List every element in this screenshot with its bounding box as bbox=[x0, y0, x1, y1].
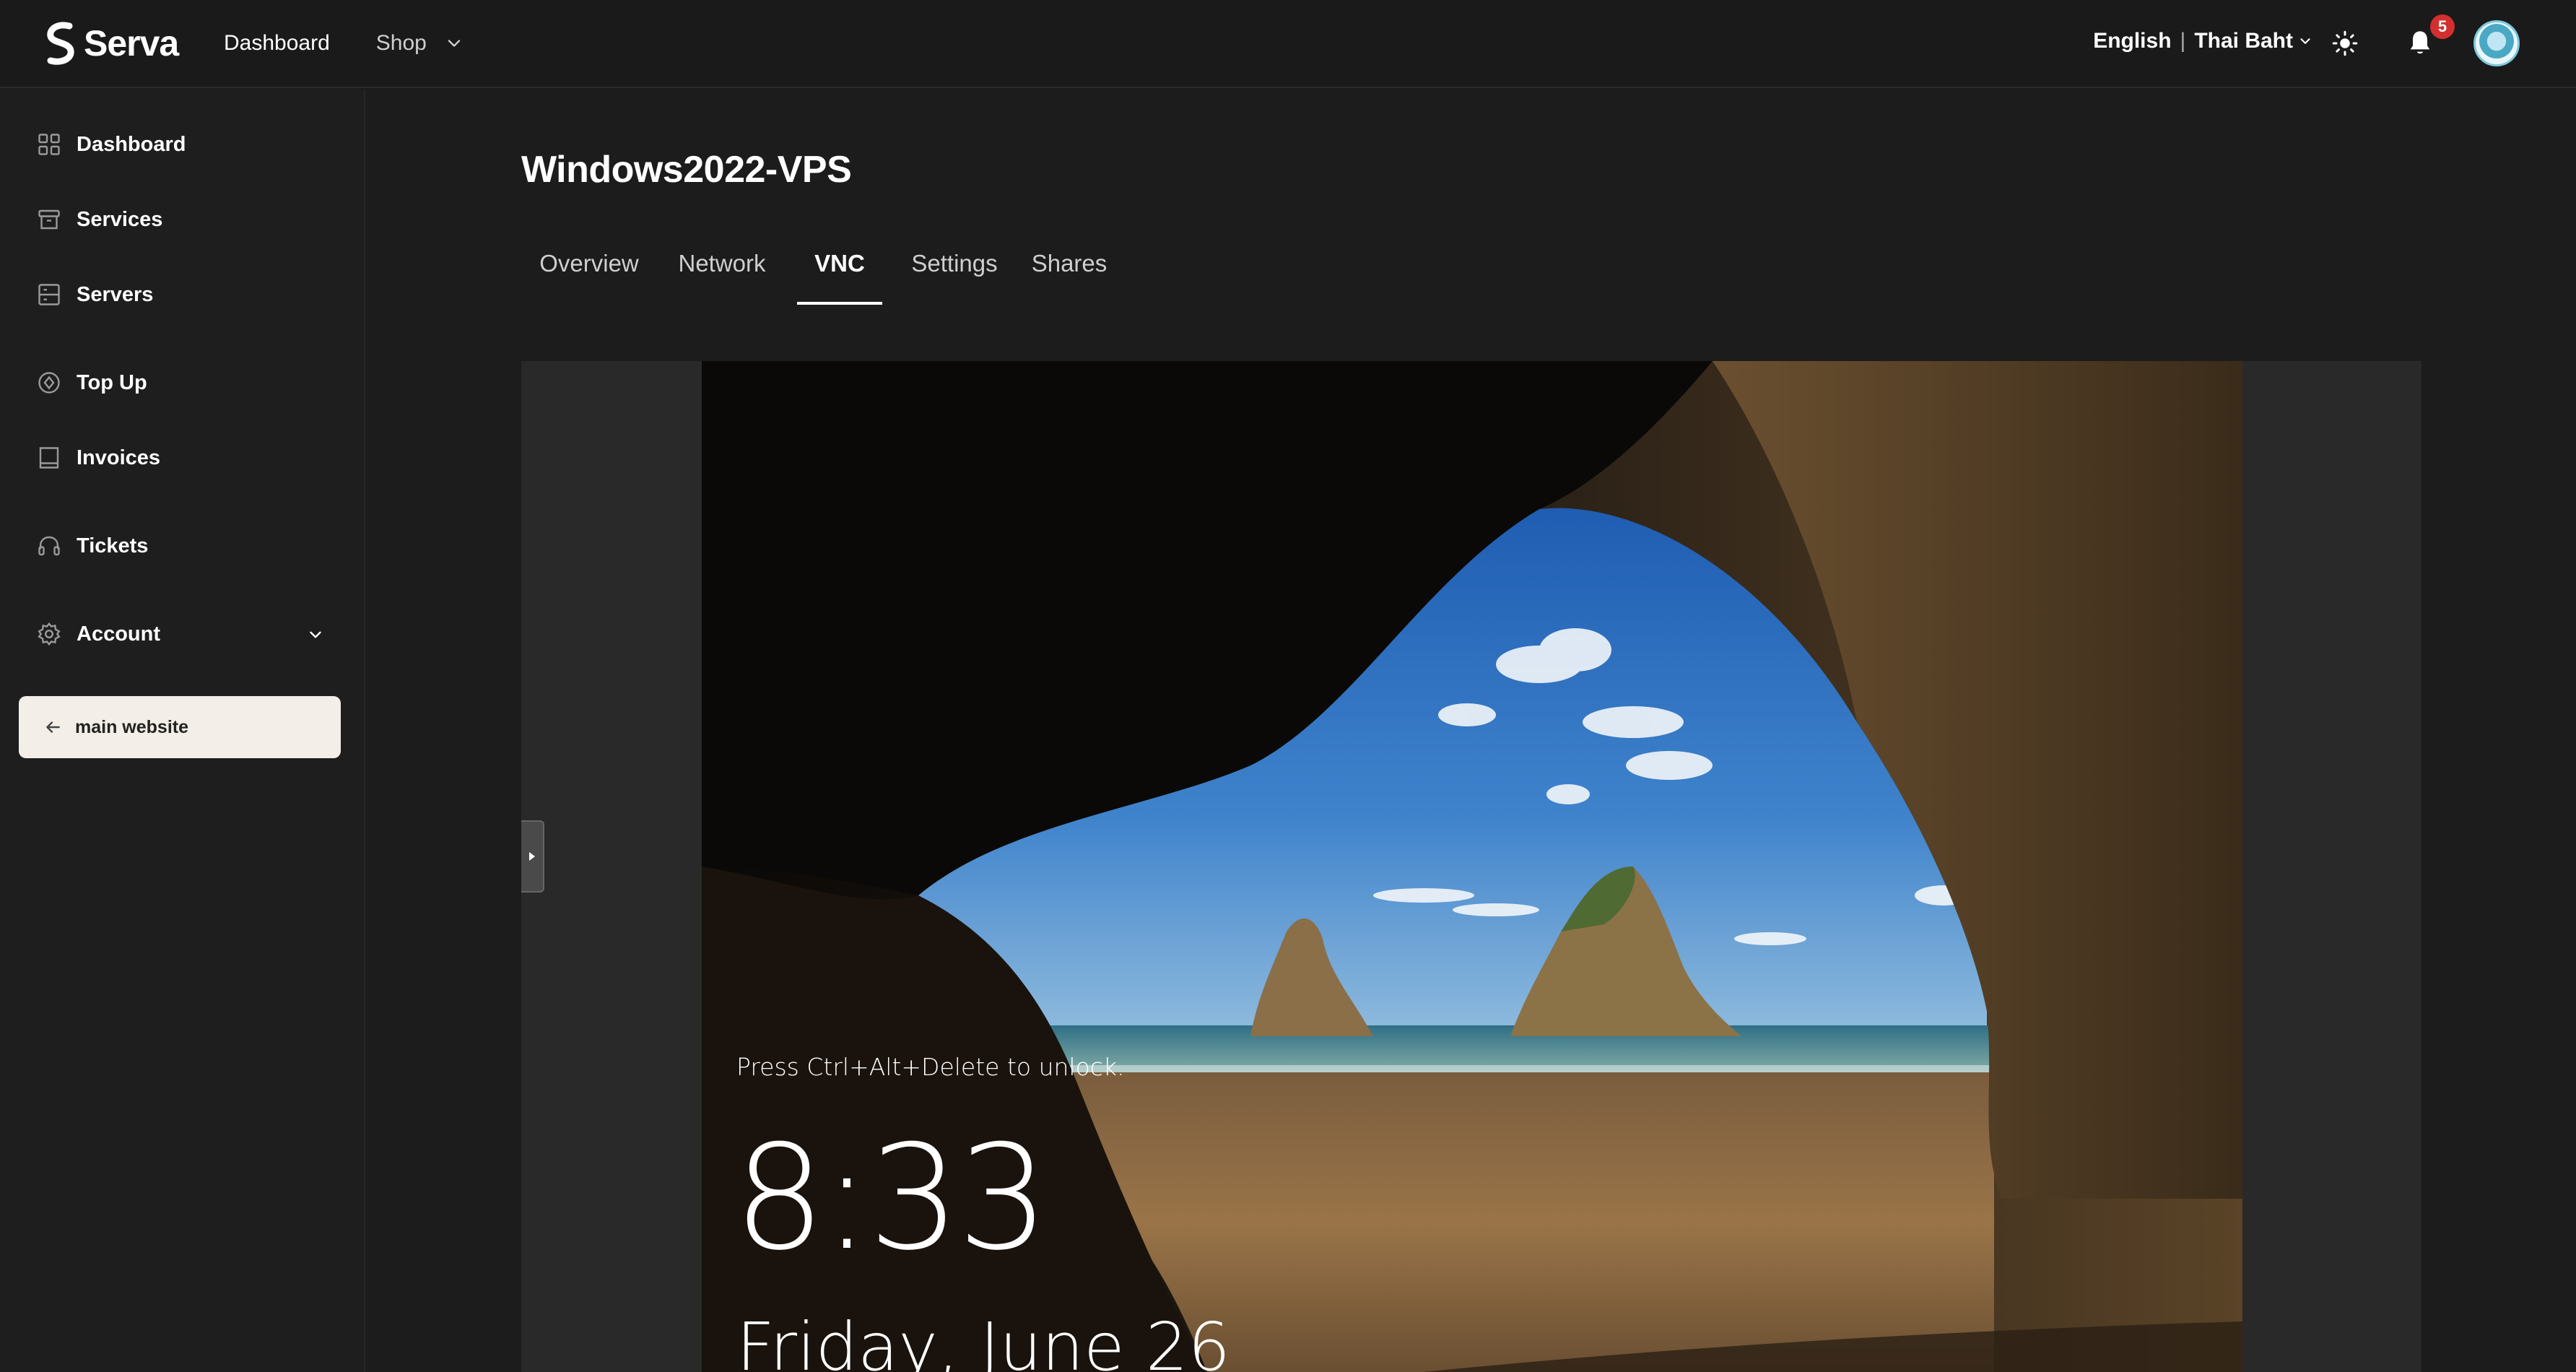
sidebar-item-servers[interactable]: Servers bbox=[36, 277, 153, 312]
sidebar-item-label: Account bbox=[77, 622, 160, 646]
lock-screen-time: 8:33 bbox=[734, 1114, 1049, 1282]
chevron-down-icon bbox=[310, 631, 321, 638]
sidebar-item-invoices[interactable]: Invoices bbox=[36, 440, 160, 475]
vnc-remote-screen[interactable]: Press Ctrl+Alt+Delete to unlock. 8:33 Fr… bbox=[702, 361, 2242, 1372]
sidebar-item-dashboard[interactable]: Dashboard bbox=[36, 127, 186, 162]
serva-logo-icon bbox=[47, 22, 74, 65]
language-currency-selector[interactable]: English | Thai Baht bbox=[2093, 29, 2313, 53]
language-label: English bbox=[2093, 29, 2172, 53]
nav-dashboard-link[interactable]: Dashboard bbox=[224, 31, 330, 56]
coin-icon bbox=[38, 372, 60, 394]
chevron-down-icon[interactable] bbox=[444, 33, 464, 53]
back-to-main-website-button[interactable]: main website bbox=[19, 696, 341, 758]
top-nav: Dashboard Shop bbox=[224, 27, 464, 59]
notification-count-badge: 5 bbox=[2430, 14, 2455, 39]
sidebar-item-label: Services bbox=[77, 207, 163, 231]
grid-icon bbox=[38, 134, 60, 155]
gear-icon bbox=[38, 622, 61, 646]
vnc-sidebar-toggle[interactable] bbox=[521, 820, 544, 893]
nav-shop-link[interactable]: Shop bbox=[376, 31, 427, 56]
sidebar-item-tickets[interactable]: Tickets bbox=[36, 529, 148, 563]
user-avatar[interactable] bbox=[2473, 20, 2520, 66]
archive-box-icon bbox=[38, 209, 60, 230]
brand-name: Serva bbox=[84, 23, 179, 64]
tab-overview[interactable]: Overview bbox=[539, 244, 640, 305]
sidebar-item-label: Invoices bbox=[77, 446, 161, 469]
notification-bell-icon[interactable] bbox=[2406, 29, 2434, 58]
sidebar-item-account[interactable]: Account bbox=[36, 617, 325, 651]
tab-vnc[interactable]: VNC bbox=[797, 244, 882, 305]
currency-label: Thai Baht bbox=[2194, 29, 2293, 53]
sidebar-item-label: Top Up bbox=[77, 370, 147, 394]
sidebar-item-label: Servers bbox=[77, 282, 154, 306]
sidebar: Dashboard Services Servers Top Up Invoic… bbox=[0, 90, 365, 1372]
headset-icon bbox=[38, 536, 60, 556]
caret-right-icon bbox=[529, 852, 535, 861]
receipt-icon bbox=[39, 447, 59, 469]
chevron-down-icon bbox=[2300, 38, 2310, 44]
lock-screen-date: Friday, June 26 bbox=[736, 1308, 1230, 1372]
sidebar-item-services[interactable]: Services bbox=[36, 202, 162, 237]
sidebar-item-label: Tickets bbox=[77, 534, 149, 557]
arrow-left-icon bbox=[46, 721, 60, 733]
back-button-label: main website bbox=[75, 716, 188, 737]
theme-toggle-sun-icon[interactable] bbox=[2332, 30, 2358, 56]
brand-logo[interactable]: Serva bbox=[43, 20, 179, 66]
tab-network[interactable]: Network bbox=[676, 244, 768, 305]
sidebar-item-label: Dashboard bbox=[77, 132, 186, 156]
tab-shares[interactable]: Shares bbox=[1030, 244, 1109, 305]
page-title: Windows2022-VPS bbox=[521, 149, 852, 191]
sidebar-item-top-up[interactable]: Top Up bbox=[36, 365, 147, 400]
tab-settings[interactable]: Settings bbox=[908, 244, 1001, 305]
lock-screen-message: Press Ctrl+Alt+Delete to unlock. bbox=[736, 1053, 1125, 1081]
top-bar: Serva Dashboard Shop English | Thai Baht… bbox=[0, 0, 2576, 88]
server-icon bbox=[38, 284, 60, 305]
